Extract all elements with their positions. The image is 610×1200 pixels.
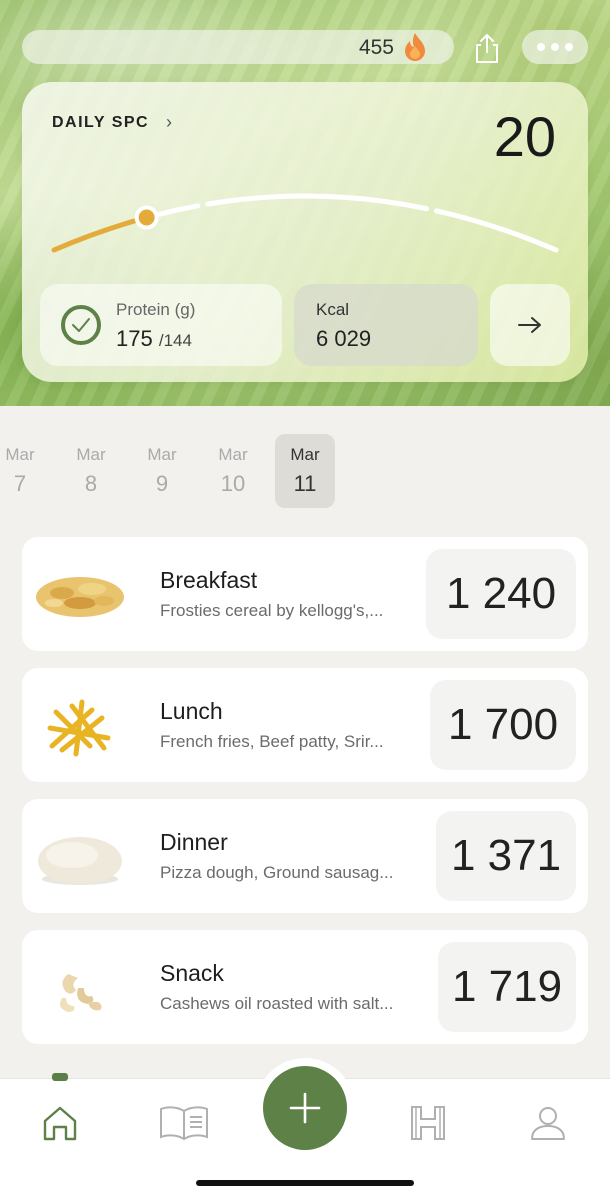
arrow-right-icon — [518, 317, 541, 333]
protein-tile[interactable]: Protein (g) 175 /144 — [40, 284, 282, 366]
spc-progress-arc — [51, 193, 559, 253]
meal-description: Pizza dough, Ground sausag... — [160, 863, 394, 882]
meal-kcal: 1 700 — [430, 680, 576, 770]
kcal-label: Kcal — [316, 300, 350, 319]
protein-value: 175 /144 — [116, 326, 192, 352]
meal-description: Frosties cereal by kellogg's,... — [160, 601, 384, 620]
nav-active-indicator — [52, 1073, 68, 1081]
meal-description: Cashews oil roasted with salt... — [160, 994, 394, 1013]
date-day: 9 — [155, 471, 169, 496]
date-month: Mar — [147, 445, 177, 464]
streak-count: 455 — [358, 36, 394, 59]
meal-kcal: 1 371 — [436, 811, 576, 901]
protein-target: /144 — [158, 331, 192, 350]
kcal-value: 6 029 — [316, 326, 372, 351]
protein-amount: 175 — [116, 326, 153, 351]
date-item[interactable]: Mar 7 — [0, 434, 50, 508]
more-icon[interactable] — [522, 30, 588, 64]
date-day: 8 — [84, 471, 98, 496]
meal-card-dinner[interactable]: Dinner Pizza dough, Ground sausag... 1 3… — [22, 799, 588, 913]
date-item[interactable]: Mar 8 — [61, 434, 121, 508]
date-month: Mar — [218, 445, 248, 464]
date-item[interactable]: Mar 10 — [203, 434, 263, 508]
chevron-right-icon: › — [166, 112, 172, 132]
hotel-icon[interactable] — [408, 1103, 448, 1143]
meal-name: Breakfast — [160, 567, 258, 593]
date-day: 10 — [220, 471, 246, 496]
meal-name: Lunch — [160, 698, 223, 724]
details-button[interactable] — [490, 284, 570, 366]
spc-title: DAILY SPC — [52, 114, 150, 131]
spc-value: 20 — [493, 105, 556, 168]
daily-spc-card[interactable]: DAILY SPC › 20 Protein (g) 175 /144 Kcal… — [22, 82, 588, 382]
meal-name: Dinner — [160, 829, 228, 855]
meal-description: French fries, Beef patty, Srir... — [160, 732, 384, 751]
progress-knob[interactable] — [134, 205, 159, 230]
meal-name: Snack — [160, 960, 224, 986]
check-circle-icon — [61, 305, 101, 345]
meal-card-snack[interactable]: Snack Cashews oil roasted with salt... 1… — [22, 930, 588, 1044]
home-icon[interactable] — [40, 1103, 80, 1143]
date-day: 11 — [293, 471, 317, 496]
kcal-tile[interactable]: Kcal 6 029 — [294, 284, 478, 366]
share-icon[interactable] — [470, 32, 504, 64]
home-indicator — [196, 1180, 414, 1186]
meal-card-lunch[interactable]: Lunch French fries, Beef patty, Srir... … — [22, 668, 588, 782]
dough-image — [38, 837, 122, 885]
cereal-image — [36, 577, 124, 617]
meal-card-breakfast[interactable]: Breakfast Frosties cereal by kellogg's,.… — [22, 537, 588, 651]
fries-image — [47, 699, 111, 757]
book-icon[interactable] — [158, 1103, 210, 1143]
meal-kcal: 1 240 — [426, 549, 576, 639]
streak-bar[interactable]: 455 — [22, 30, 454, 64]
meal-kcal: 1 719 — [438, 942, 576, 1032]
date-month: Mar — [5, 445, 35, 464]
date-month: Mar — [76, 445, 106, 464]
date-item-selected[interactable]: Mar 11 — [275, 434, 335, 508]
add-icon — [289, 1092, 321, 1124]
profile-icon[interactable] — [528, 1103, 568, 1143]
protein-label: Protein (g) — [116, 300, 196, 319]
date-item[interactable]: Mar 9 — [132, 434, 192, 508]
date-strip: Mar 7 Mar 8 Mar 9 Mar 10 Mar 11 — [0, 434, 610, 508]
date-month: Mar — [290, 445, 320, 464]
add-button[interactable] — [263, 1066, 347, 1150]
cashews-image — [60, 974, 102, 1012]
flame-icon — [405, 33, 425, 61]
date-day: 7 — [13, 471, 27, 496]
